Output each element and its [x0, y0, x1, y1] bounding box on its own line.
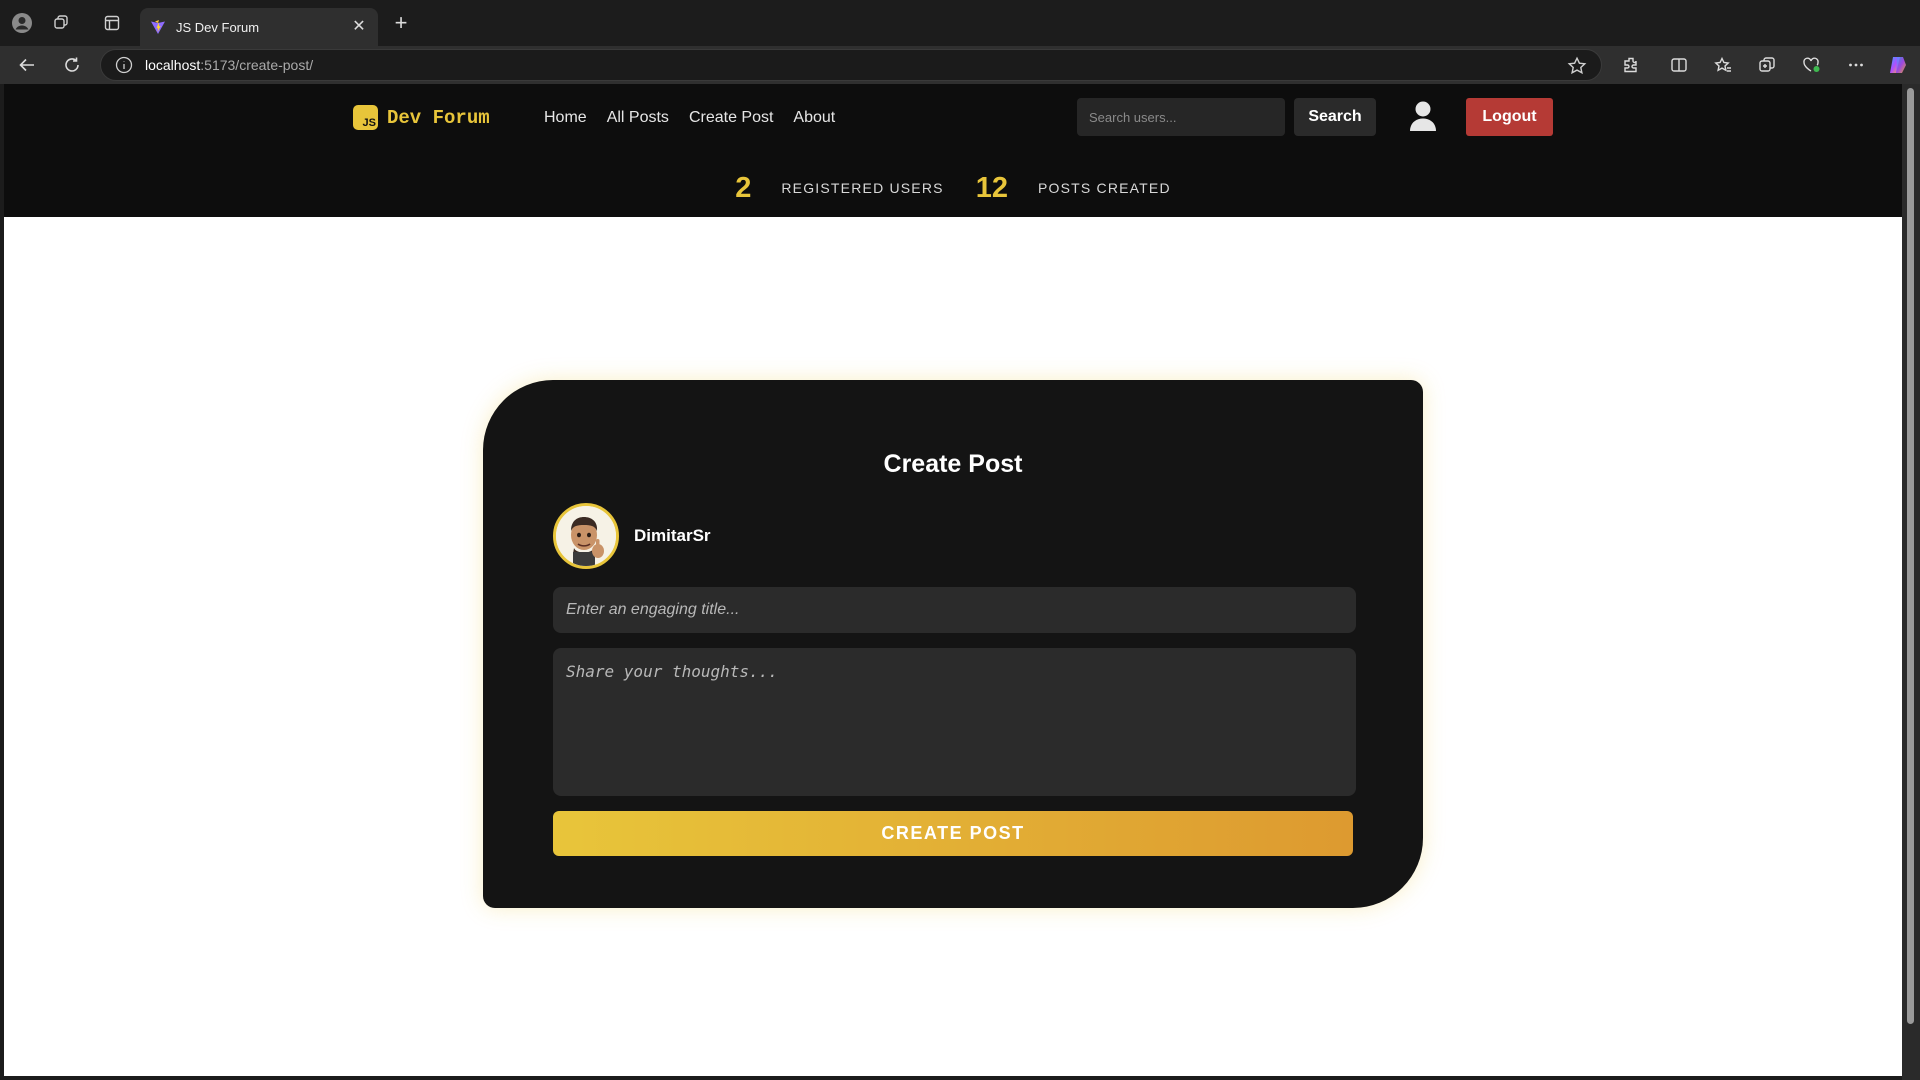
site-logo[interactable]: JS Dev Forum [353, 105, 490, 130]
more-menu-icon[interactable] [1842, 51, 1870, 79]
page-scrollbar[interactable] [1902, 84, 1920, 1080]
address-bar[interactable]: localhost:5173/create-post/ [100, 49, 1602, 81]
posts-created-count: 12 [975, 171, 1008, 204]
user-profile-icon[interactable] [1408, 100, 1438, 132]
author-username: DimitarSr [634, 526, 711, 545]
url-host: localhost [145, 57, 201, 73]
vite-favicon-icon [150, 19, 166, 35]
browser-toolbar: localhost:5173/create-post/ [0, 46, 1920, 84]
profile-icon[interactable] [8, 9, 36, 37]
site-header: JS Dev Forum Home All Posts Create Post … [4, 84, 1902, 217]
url-path: :5173/create-post/ [200, 57, 314, 73]
page-title: Create Post [883, 450, 1023, 478]
collections-icon[interactable] [1753, 51, 1781, 79]
browser-tab-bar: JS Dev Forum ✕ + [0, 0, 1920, 46]
browser-essentials-icon[interactable] [1797, 51, 1825, 79]
scrollbar-thumb[interactable] [1907, 88, 1914, 1024]
logo-text: Dev Forum [387, 106, 490, 129]
site-info-icon[interactable] [115, 56, 133, 74]
extensions-icon[interactable] [1617, 51, 1645, 79]
registered-users-label: REGISTERED USERS [781, 180, 944, 196]
forum-stats: 2 REGISTERED USERS 12 POSTS CREATED [4, 168, 1902, 208]
post-title-input[interactable] [553, 587, 1356, 633]
tab-js-dev-forum[interactable]: JS Dev Forum ✕ [140, 8, 378, 46]
nav-create-post[interactable]: Create Post [689, 106, 773, 130]
split-screen-icon[interactable] [1665, 51, 1693, 79]
favorites-icon[interactable] [1709, 51, 1737, 79]
nav-about[interactable]: About [793, 106, 835, 130]
memoji-avatar-icon [556, 506, 616, 566]
new-tab-icon[interactable]: + [388, 10, 414, 36]
registered-users-count: 2 [735, 171, 752, 204]
posts-created-label: POSTS CREATED [1037, 180, 1171, 196]
create-post-button[interactable]: CREATE POST [553, 811, 1353, 856]
favorite-star-icon[interactable] [1567, 56, 1587, 76]
main-nav: Home All Posts Create Post About [544, 106, 835, 130]
workspaces-icon[interactable] [48, 9, 76, 37]
logout-button[interactable]: Logout [1466, 98, 1553, 136]
nav-all-posts[interactable]: All Posts [607, 106, 669, 130]
search-button[interactable]: Search [1294, 98, 1376, 136]
tab-title: JS Dev Forum [176, 19, 260, 35]
copilot-icon[interactable] [1884, 51, 1912, 79]
refresh-icon[interactable] [58, 51, 86, 79]
create-post-card: Create Post DimitarSr CREATE POST [483, 380, 1423, 908]
post-body-textarea[interactable] [553, 648, 1356, 796]
tab-actions-icon[interactable] [98, 9, 126, 37]
avatar [553, 503, 619, 569]
close-tab-icon[interactable]: ✕ [350, 18, 368, 36]
nav-home[interactable]: Home [544, 106, 587, 130]
page-viewport: JS Dev Forum Home All Posts Create Post … [4, 84, 1902, 1076]
js-logo-icon: JS [353, 105, 378, 130]
search-users-input[interactable] [1077, 98, 1285, 136]
back-icon[interactable] [13, 51, 41, 79]
